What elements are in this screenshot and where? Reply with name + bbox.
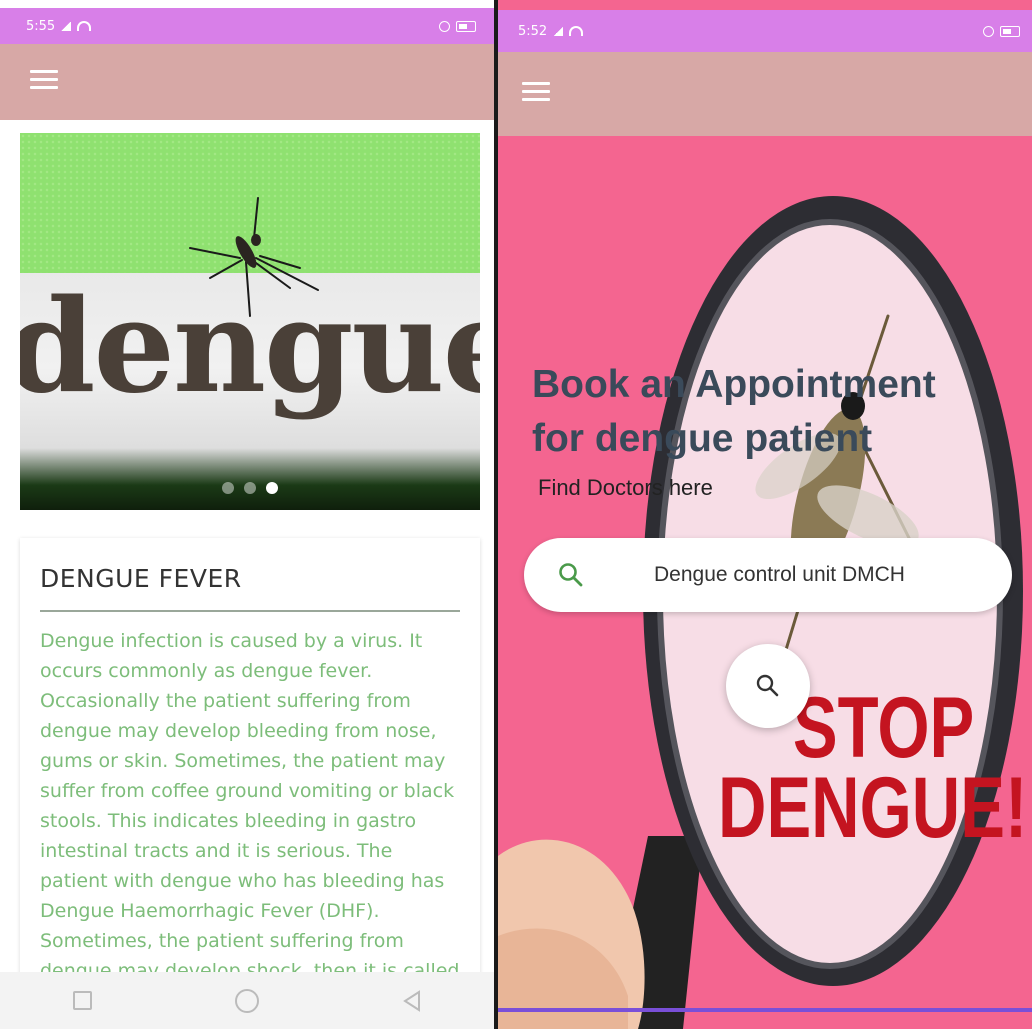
carousel-grass bbox=[20, 448, 480, 510]
carousel-dot[interactable] bbox=[222, 482, 234, 494]
square-icon bbox=[72, 991, 92, 1010]
hero-title-line2: for dengue patient bbox=[532, 417, 873, 460]
doctor-search-bar[interactable] bbox=[524, 538, 1012, 612]
status-bar: 5:52 bbox=[498, 10, 1032, 52]
right-phone-screen: 5:52 STOP DENGUE! Book an Appointment fo… bbox=[498, 0, 1032, 1029]
search-icon bbox=[559, 563, 583, 587]
card-body-text: Dengue infection is caused by a virus. I… bbox=[40, 630, 460, 978]
hamburger-menu-icon[interactable] bbox=[30, 70, 58, 90]
image-carousel[interactable]: dengue bbox=[20, 133, 480, 510]
carousel-indicators bbox=[20, 482, 480, 494]
app-bar bbox=[0, 44, 494, 120]
search-input[interactable] bbox=[654, 556, 994, 594]
mosquito-icon bbox=[189, 197, 319, 317]
back-button[interactable] bbox=[397, 986, 427, 1016]
home-button[interactable] bbox=[232, 986, 262, 1016]
battery-icon bbox=[456, 20, 476, 32]
card-divider bbox=[40, 610, 460, 612]
hamburger-menu-icon[interactable] bbox=[522, 82, 550, 102]
poster-line-dengue: DENGUE! bbox=[718, 760, 1028, 856]
info-card: DENGUE FEVER Dengue infection is caused … bbox=[20, 538, 480, 978]
hero-title-line1: Book an Appointment bbox=[532, 363, 936, 406]
alarm-icon bbox=[983, 25, 994, 37]
carousel-dot[interactable] bbox=[244, 482, 256, 494]
circle-icon bbox=[234, 988, 259, 1013]
search-fab-button[interactable] bbox=[726, 644, 810, 728]
status-time: 5:52 bbox=[518, 23, 548, 39]
alarm-icon bbox=[439, 20, 450, 32]
status-time: 5:55 bbox=[26, 18, 56, 34]
recent-apps-button[interactable] bbox=[67, 986, 97, 1016]
card-title: DENGUE FEVER bbox=[40, 564, 242, 593]
battery-icon bbox=[1000, 25, 1020, 37]
signal-icon bbox=[61, 21, 72, 31]
wifi-icon bbox=[77, 21, 92, 31]
hero-subtitle: Find Doctors here bbox=[538, 475, 713, 500]
search-icon bbox=[756, 674, 779, 697]
wifi-icon bbox=[569, 26, 584, 36]
system-nav-bar bbox=[0, 972, 494, 1029]
left-phone-screen: 5:55 dengue bbox=[0, 0, 494, 1029]
carousel-dot-active[interactable] bbox=[266, 482, 278, 494]
bottom-accent-strip bbox=[498, 1008, 1032, 1012]
app-bar bbox=[498, 52, 1032, 136]
status-bar: 5:55 bbox=[0, 8, 494, 44]
hero-title: Book an Appointment for dengue patient bbox=[532, 358, 1012, 466]
back-triangle-icon bbox=[402, 989, 420, 1012]
signal-icon bbox=[553, 26, 564, 36]
